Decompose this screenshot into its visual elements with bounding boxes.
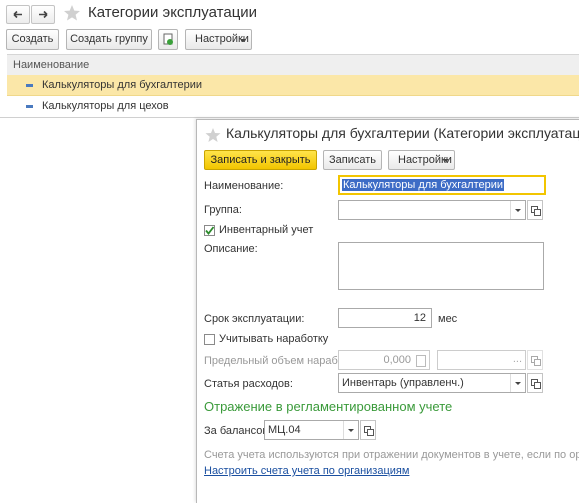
offbalance-label: За балансом: — [204, 425, 273, 437]
offbalance-value: МЦ.04 — [268, 424, 301, 436]
item-form-window: Калькуляторы для бухгалтерии (Категории … — [196, 119, 579, 503]
create-button[interactable]: Создать — [6, 29, 59, 50]
max-usage-unit-open-button — [527, 350, 543, 370]
expense-dropdown-button[interactable] — [510, 374, 525, 392]
offbalance-field[interactable]: МЦ.04 — [264, 420, 359, 440]
form-title: Калькуляторы для бухгалтерии (Категории … — [226, 125, 579, 141]
expense-open-button[interactable] — [527, 373, 543, 393]
accounts-note: Счета учета используются при отражении д… — [204, 449, 579, 461]
write-and-close-button[interactable]: Записать и закрыть — [204, 150, 317, 170]
expense-value: Инвентарь (управленч.) — [342, 377, 464, 389]
list-header[interactable]: Наименование — [7, 54, 579, 76]
lifetime-field[interactable]: 12 — [338, 308, 432, 328]
column-header-name: Наименование — [13, 59, 90, 71]
list-item-label: Калькуляторы для бухгалтерии — [42, 79, 203, 91]
name-label: Наименование: — [204, 180, 284, 192]
offbalance-dropdown-button[interactable] — [343, 421, 358, 439]
configure-accounts-link[interactable]: Настроить счета учета по организациям — [204, 465, 409, 477]
max-usage-field: 0,000 — [338, 350, 430, 370]
form-settings-button[interactable]: Настройки — [388, 150, 455, 170]
arrow-right-icon — [39, 10, 48, 19]
group-open-button[interactable] — [527, 200, 543, 220]
list-item[interactable]: Калькуляторы для цехов — [7, 96, 579, 116]
expense-field[interactable]: Инвентарь (управленч.) — [338, 373, 526, 393]
track-usage-checkbox[interactable] — [204, 334, 215, 345]
favorite-star-icon[interactable] — [205, 127, 221, 143]
lifetime-value: 12 — [413, 312, 426, 324]
expense-label: Статья расходов: — [204, 378, 293, 390]
regulated-accounting-section-title: Отражение в регламентированном учете — [204, 399, 453, 414]
create-group-button[interactable]: Создать группу — [66, 29, 152, 50]
description-label: Описание: — [204, 243, 258, 255]
group-label: Группа: — [204, 204, 242, 216]
item-marker-icon — [26, 105, 33, 108]
name-field[interactable]: Калькуляторы для бухгалтерии — [338, 175, 546, 195]
group-field[interactable] — [338, 200, 526, 220]
track-usage-label: Учитывать наработку — [219, 333, 329, 345]
more-icon: ... — [512, 353, 522, 365]
list-item-label: Калькуляторы для цехов — [42, 100, 169, 112]
list-divider — [0, 117, 579, 118]
max-usage-unit-field: ... — [437, 350, 526, 370]
description-textarea[interactable] — [338, 242, 544, 290]
calculator-icon — [416, 355, 426, 367]
name-field-value: Калькуляторы для бухгалтерии — [342, 179, 505, 191]
chevron-down-icon — [240, 39, 246, 42]
arrow-left-icon — [13, 10, 22, 19]
main-settings-button[interactable]: Настройки — [185, 29, 252, 50]
lifetime-label: Срок эксплуатации: — [204, 313, 305, 325]
chevron-down-icon — [443, 159, 449, 162]
inventory-label: Инвентарный учет — [219, 224, 314, 236]
checkmark-icon — [205, 226, 215, 235]
list-item[interactable]: Калькуляторы для бухгалтерии — [7, 75, 579, 96]
group-dropdown-button[interactable] — [510, 201, 525, 219]
lifetime-unit: мес — [438, 313, 458, 325]
copy-document-icon — [163, 33, 173, 45]
back-button[interactable] — [6, 5, 30, 24]
write-button[interactable]: Записать — [323, 150, 382, 170]
max-usage-value: 0,000 — [383, 354, 411, 366]
copy-button[interactable] — [158, 29, 178, 50]
forward-button[interactable] — [31, 5, 55, 24]
item-marker-icon — [26, 84, 33, 87]
inventory-checkbox[interactable] — [204, 225, 215, 236]
page-title: Категории эксплуатации — [88, 4, 258, 21]
offbalance-open-button[interactable] — [360, 420, 376, 440]
favorite-star-icon[interactable] — [63, 4, 81, 22]
